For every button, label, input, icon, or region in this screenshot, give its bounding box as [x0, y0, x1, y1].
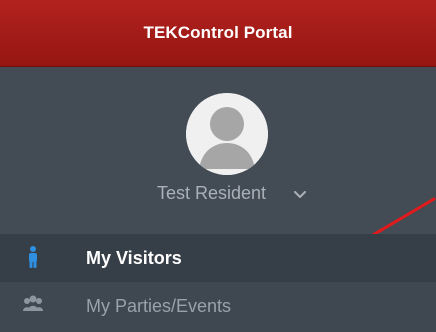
portal-title: TEKControl Portal: [143, 23, 293, 42]
sidebar-item-label: My Visitors: [86, 248, 182, 268]
sidebar-item-my-visitors[interactable]: My Visitors: [0, 234, 436, 282]
profile-section: Test Resident: [0, 67, 436, 257]
group-icon: [23, 295, 43, 311]
sidebar-item-label: My Parties/Events: [86, 296, 232, 316]
profile-name-button[interactable]: Test Resident: [157, 180, 266, 206]
sidebar-menu: My Visitors My Parties/Events: [0, 234, 436, 332]
user-silhouette-icon: [186, 93, 268, 175]
sidebar-item-my-parties-events[interactable]: My Parties/Events: [0, 282, 436, 332]
sidebar-header: TEKControl Portal: [0, 0, 436, 67]
person-icon: [29, 246, 37, 268]
chevron-down-icon[interactable]: [294, 191, 306, 199]
sidebar: TEKControl Portal Test Resident My Visit…: [0, 0, 436, 332]
